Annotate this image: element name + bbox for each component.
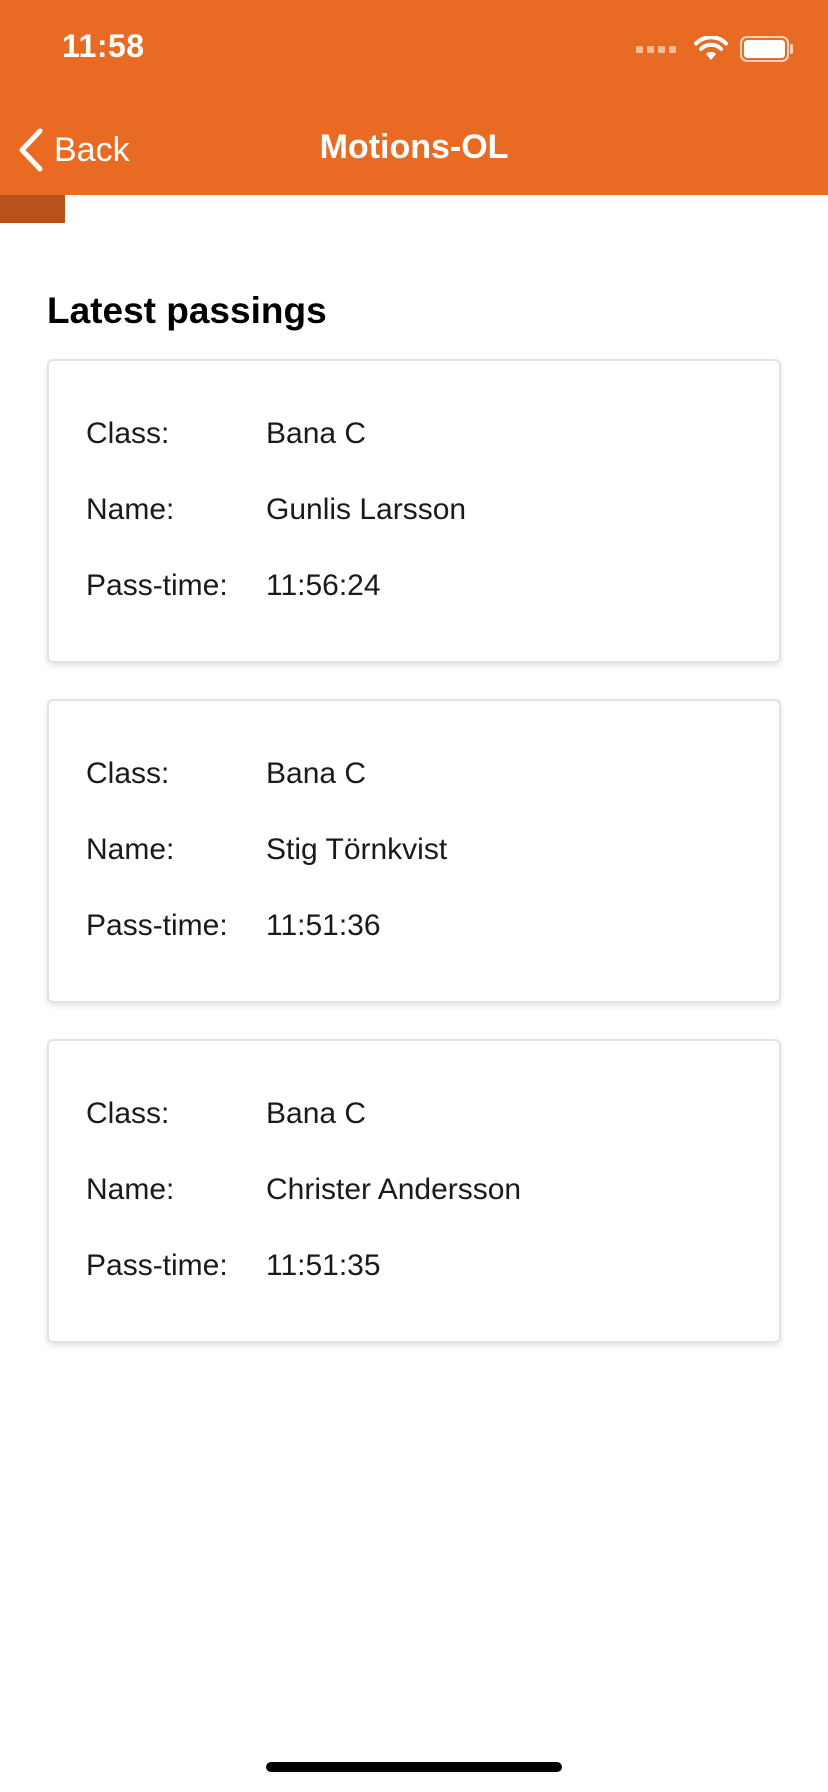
- home-indicator[interactable]: [266, 1762, 562, 1772]
- progress-bar: [0, 195, 828, 223]
- pass-time-value: 11:56:24: [266, 569, 381, 602]
- name-label: Name:: [86, 493, 175, 526]
- name-row: Name: Christer Andersson: [49, 1173, 779, 1249]
- battery-icon: [740, 36, 793, 62]
- page-title: Motions-OL: [319, 128, 509, 166]
- name-label: Name:: [86, 833, 175, 866]
- name-value: Christer Andersson: [266, 1173, 522, 1206]
- class-value: Bana C: [266, 417, 367, 450]
- name-row: Name: Gunlis Larsson: [49, 493, 779, 569]
- name-row: Name: Stig Törnkvist: [49, 833, 779, 909]
- pass-time-row: Pass-time: 11:51:36: [49, 909, 779, 985]
- name-label: Name:: [86, 1173, 175, 1206]
- pass-time-row: Pass-time: 11:56:24: [49, 569, 779, 645]
- passing-card: Class: Bana C Name: Christer Andersson P…: [47, 1039, 781, 1343]
- class-row: Class: Bana C: [49, 1097, 779, 1173]
- pass-time-label: Pass-time:: [86, 1249, 228, 1282]
- passings-list: Class: Bana C Name: Gunlis Larsson Pass-…: [47, 359, 781, 1379]
- name-value: Gunlis Larsson: [266, 493, 467, 526]
- pass-time-label: Pass-time:: [86, 909, 228, 942]
- class-value: Bana C: [266, 1097, 367, 1130]
- class-row: Class: Bana C: [49, 757, 779, 833]
- class-value: Bana C: [266, 757, 367, 790]
- pass-time-value: 11:51:36: [266, 909, 381, 942]
- class-label: Class:: [86, 757, 170, 790]
- pass-time-row: Pass-time: 11:51:35: [49, 1249, 779, 1325]
- pass-time-value: 11:51:35: [266, 1249, 381, 1282]
- status-icons: [636, 34, 794, 64]
- pass-time-label: Pass-time:: [86, 569, 228, 602]
- progress-fill: [0, 195, 65, 223]
- cellular-signal-icon: [636, 45, 676, 53]
- name-value: Stig Törnkvist: [266, 833, 448, 866]
- class-label: Class:: [86, 417, 170, 450]
- nav-header: 11:58 Back Motions-OL: [0, 0, 828, 195]
- section-title: Latest passings: [47, 290, 327, 331]
- passing-card: Class: Bana C Name: Gunlis Larsson Pass-…: [47, 359, 781, 663]
- wifi-icon: [694, 36, 728, 60]
- class-row: Class: Bana C: [49, 417, 779, 493]
- status-time: 11:58: [62, 28, 145, 64]
- passing-card: Class: Bana C Name: Stig Törnkvist Pass-…: [47, 699, 781, 1003]
- class-label: Class:: [86, 1097, 170, 1130]
